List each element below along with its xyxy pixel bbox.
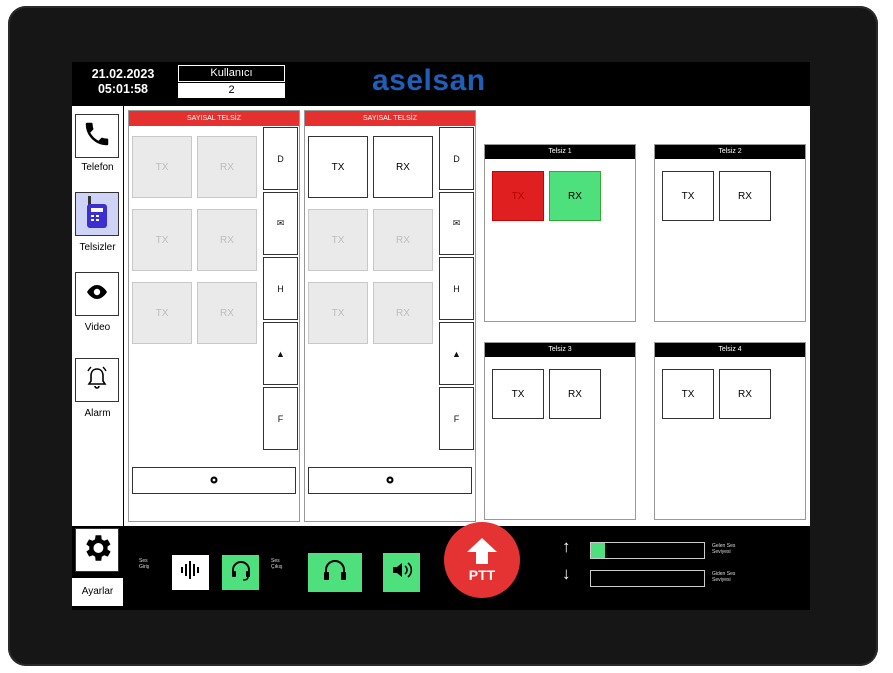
side-button-h[interactable]: H [439, 257, 474, 320]
digital-radio-panel-2: SAYISAL TELSİZ TX RX TX RX TX RX D ✉ H ▲… [304, 110, 476, 522]
rx-button[interactable]: RX [373, 282, 433, 344]
rx-button[interactable]: RX [549, 369, 601, 419]
rx-button[interactable]: RX [373, 209, 433, 271]
tx-button[interactable]: TX [132, 136, 192, 198]
side-button-warning[interactable]: ▲ [263, 322, 298, 385]
headset-icon [230, 559, 252, 586]
phone-icon [82, 119, 112, 154]
outgoing-level-meter [590, 570, 705, 587]
user-value: 2 [178, 83, 285, 98]
user-label: Kullanıcı [178, 65, 285, 82]
audio-out-label: Ses Çıkış [271, 558, 283, 570]
speaker-icon [391, 560, 413, 585]
radio-panel-1: Telsiz 1 TX RX [484, 144, 636, 322]
side-button-d[interactable]: D [263, 127, 298, 190]
radio-title: Telsiz 2 [655, 145, 805, 159]
eye-icon [85, 284, 109, 305]
audio-in-label: Ses Giriş [139, 558, 150, 570]
ptt-label: PTT [468, 566, 496, 583]
settings-button[interactable] [75, 528, 119, 572]
gear-icon [385, 472, 395, 490]
tx-button[interactable]: TX [132, 282, 192, 344]
panel-title: SAYISAL TELSİZ [305, 111, 475, 126]
time: 05:01:58 [97, 82, 149, 96]
rx-button[interactable]: RX [197, 209, 257, 271]
side-button-f[interactable]: F [439, 387, 474, 450]
side-button-message[interactable]: ✉ [263, 192, 298, 255]
sidebar-item-alarm[interactable] [75, 358, 119, 402]
side-button-warning[interactable]: ▲ [439, 322, 474, 385]
gear-icon [80, 531, 114, 570]
side-button-h[interactable]: H [263, 257, 298, 320]
rx-button[interactable]: RX [549, 171, 601, 221]
digital-radio-panel-1: SAYISAL TELSİZ TX RX TX RX TX RX D ✉ H ▲… [128, 110, 300, 522]
radio-icon [84, 195, 110, 233]
arrow-up-icon: ↑ [562, 537, 571, 556]
radio-panel-4: Telsiz 4 TX RX [654, 342, 806, 520]
sidebar-label-telsizler: Telsizler [79, 242, 116, 253]
sidebar-label-video: Video [84, 322, 111, 333]
tx-button[interactable]: TX [662, 369, 714, 419]
gear-icon [209, 472, 219, 490]
date: 21.02.2023 [91, 67, 155, 81]
panel-title: SAYISAL TELSİZ [129, 111, 299, 126]
incoming-level-meter [590, 542, 705, 559]
arrow-down-icon: ↓ [562, 564, 571, 583]
tx-button[interactable]: TX [662, 171, 714, 221]
incoming-level-fill [591, 543, 605, 558]
speaker-button[interactable] [383, 553, 420, 592]
waveform-icon [180, 561, 202, 584]
sidebar: Telefon Telsizler Video Alarm [72, 106, 123, 526]
rx-button[interactable]: RX [373, 136, 433, 198]
tx-button[interactable]: TX [492, 171, 544, 221]
datetime: 21.02.2023 05:01:58 [78, 67, 168, 97]
incoming-level-label: Gelen Ses Seviyesi [712, 543, 736, 555]
panel-settings-button[interactable] [132, 467, 296, 494]
sidebar-item-telefon[interactable] [75, 114, 119, 158]
side-button-d[interactable]: D [439, 127, 474, 190]
panel-settings-button[interactable] [308, 467, 472, 494]
sidebar-item-video[interactable] [75, 272, 119, 316]
radio-title: Telsiz 4 [655, 343, 805, 357]
outgoing-level-label: Giden Ses Seviyesi [712, 571, 736, 583]
screen: 21.02.2023 05:01:58 Kullanıcı 2 aselsan … [72, 62, 810, 610]
rx-button[interactable]: RX [197, 136, 257, 198]
tx-button[interactable]: TX [308, 136, 368, 198]
audio-waveform-button[interactable] [172, 555, 209, 590]
tx-button[interactable]: TX [308, 209, 368, 271]
sidebar-label-telefon: Telefon [81, 162, 114, 173]
side-button-message[interactable]: ✉ [439, 192, 474, 255]
aselsan-logo: aselsan [372, 64, 486, 97]
main-area: SAYISAL TELSİZ TX RX TX RX TX RX D ✉ H ▲… [124, 106, 810, 526]
radio-title: Telsiz 1 [485, 145, 635, 159]
sidebar-item-telsizler[interactable] [75, 192, 119, 236]
footer-bar: Ayarlar Ses Giriş Ses Çıkış PTT ↑ ↓ Gele… [72, 522, 810, 610]
tx-button[interactable]: TX [308, 282, 368, 344]
settings-label: Ayarlar [72, 578, 123, 606]
headphones-button[interactable] [308, 553, 362, 592]
user-box: Kullanıcı 2 [178, 65, 285, 99]
radio-panel-2: Telsiz 2 TX RX [654, 144, 806, 322]
headphones-icon [322, 558, 348, 587]
ptt-button[interactable]: PTT [444, 522, 520, 598]
radio-panel-3: Telsiz 3 TX RX [484, 342, 636, 520]
radio-title: Telsiz 3 [485, 343, 635, 357]
rx-button[interactable]: RX [197, 282, 257, 344]
panel-side-buttons: D ✉ H ▲ F [263, 127, 298, 452]
arrow-up-icon [467, 537, 497, 567]
tx-button[interactable]: TX [132, 209, 192, 271]
alarm-bell-icon [84, 365, 110, 396]
headset-button[interactable] [222, 555, 259, 590]
rx-button[interactable]: RX [719, 171, 771, 221]
tx-button[interactable]: TX [492, 369, 544, 419]
sidebar-label-alarm: Alarm [84, 408, 111, 419]
panel-side-buttons: D ✉ H ▲ F [439, 127, 474, 452]
rx-button[interactable]: RX [719, 369, 771, 419]
side-button-f[interactable]: F [263, 387, 298, 450]
header-bar: 21.02.2023 05:01:58 Kullanıcı 2 aselsan [72, 62, 810, 106]
